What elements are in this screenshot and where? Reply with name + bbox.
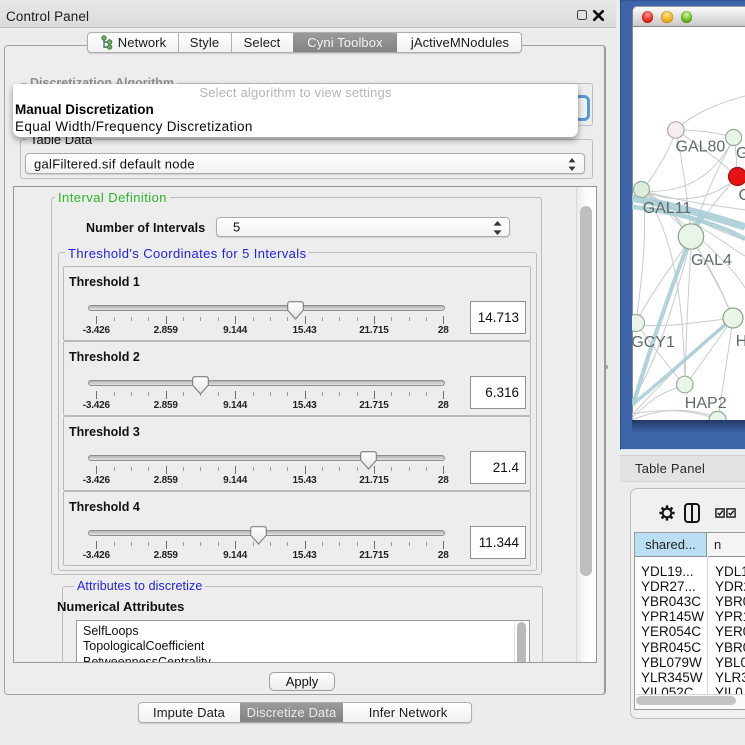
svg-text:HAP2: HAP2 bbox=[685, 395, 727, 412]
svg-text:GAL11: GAL11 bbox=[643, 200, 692, 217]
svg-text:GAL4: GAL4 bbox=[691, 252, 732, 269]
svg-text:GAL80: GAL80 bbox=[676, 139, 726, 156]
svg-text:C: C bbox=[739, 187, 745, 204]
svg-text:H: H bbox=[736, 333, 745, 350]
svg-text:GCY1: GCY1 bbox=[632, 334, 675, 351]
svg-text:GA: GA bbox=[736, 145, 745, 162]
